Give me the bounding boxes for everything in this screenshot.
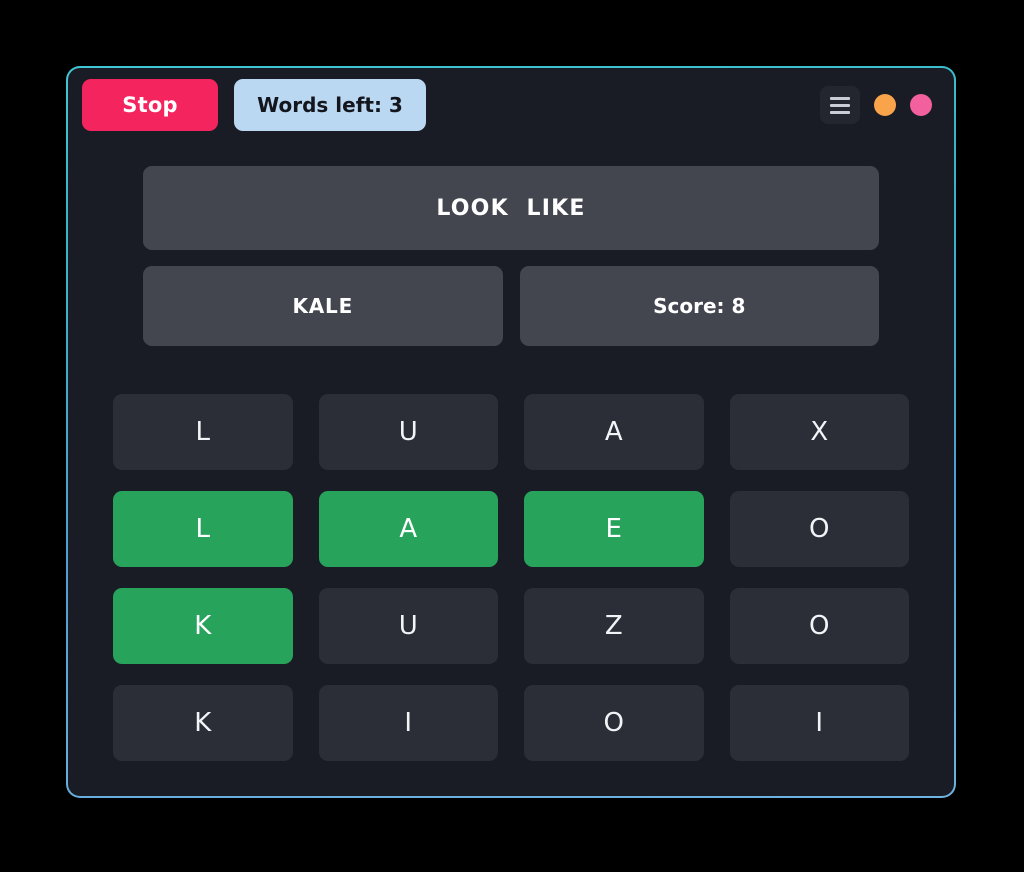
words-left-badge: Words left: 3 [234,79,426,131]
letter-tile[interactable]: O [729,588,909,664]
letter-tile[interactable]: I [318,685,498,761]
letter-tile[interactable]: A [524,394,704,470]
toolbar: Stop Words left: 3 [68,68,954,142]
menu-bar-2 [830,103,850,107]
score-panel: Score: 8 [519,266,879,346]
close-circle-icon[interactable] [910,94,932,116]
letter-grid: LUAXLAEOKUZOKIOI [68,394,954,761]
letter-tile[interactable]: A [318,491,498,567]
letter-tile[interactable]: U [318,588,498,664]
app-window: Stop Words left: 3 LOOK LIKE KALE Score:… [66,66,956,798]
letter-tile[interactable]: O [729,491,909,567]
letter-tile[interactable]: I [729,685,909,761]
menu-bar-1 [830,96,850,100]
info-row: KALE Score: 8 [143,266,879,346]
stop-button[interactable]: Stop [82,79,218,131]
letter-tile[interactable]: L [113,491,293,567]
letter-tile[interactable]: X [729,394,909,470]
letter-tile[interactable]: K [113,588,293,664]
letter-tile[interactable]: L [113,394,293,470]
letter-tile[interactable]: U [318,394,498,470]
letter-tile[interactable]: Z [524,588,704,664]
letter-tile[interactable]: E [524,491,704,567]
panels-area: LOOK LIKE KALE Score: 8 [68,166,954,346]
letter-tile[interactable]: O [524,685,704,761]
window-controls [820,86,932,124]
minimize-circle-icon[interactable] [874,94,896,116]
window-body: Stop Words left: 3 LOOK LIKE KALE Score:… [68,68,954,796]
phrase-panel: LOOK LIKE [143,166,879,250]
menu-bar-3 [830,110,850,114]
hamburger-menu-icon[interactable] [820,86,860,124]
letter-tile[interactable]: K [113,685,293,761]
answer-panel: KALE [143,266,503,346]
